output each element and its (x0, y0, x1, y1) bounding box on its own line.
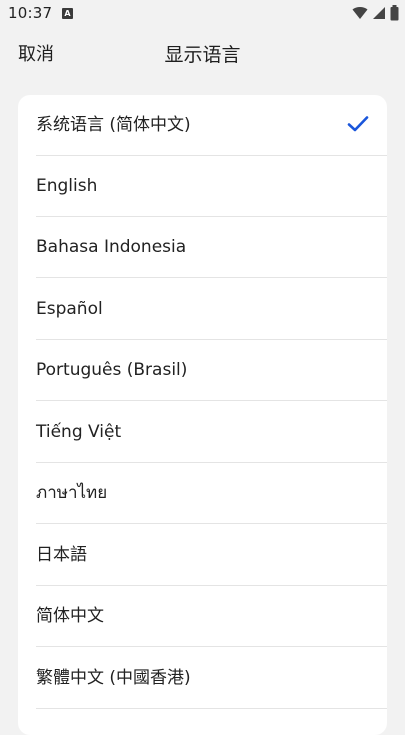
language-item-bahasa-indonesia[interactable]: Bahasa Indonesia (36, 217, 387, 278)
language-list: 系统语言 (简体中文) English Bahasa Indonesia Esp… (18, 95, 387, 735)
cell-signal-icon (373, 7, 385, 19)
language-label: 日本語 (36, 545, 87, 565)
language-item-espanol[interactable]: Español (36, 279, 387, 340)
status-bar: 10:37 A (0, 0, 405, 28)
language-label: English (36, 176, 98, 196)
language-item-tieng-viet[interactable]: Tiếng Việt (36, 402, 387, 463)
checkmark-icon (347, 116, 369, 132)
language-item-portugues[interactable]: Português (Brasil) (36, 340, 387, 401)
language-label: 繁體中文 (中國香港) (36, 668, 191, 688)
language-label: 系统语言 (简体中文) (36, 115, 191, 135)
language-label: Tiếng Việt (36, 422, 122, 442)
wifi-icon (352, 7, 368, 20)
status-icons (352, 5, 399, 21)
page-title: 显示语言 (164, 44, 241, 66)
language-item-simplified-chinese[interactable]: 简体中文 (36, 586, 387, 647)
language-item-thai[interactable]: ภาษาไทย (36, 463, 387, 524)
language-item-traditional-chinese-hk[interactable]: 繁體中文 (中國香港) (36, 648, 387, 709)
language-item-system[interactable]: 系统语言 (简体中文) (36, 95, 387, 156)
language-label: Português (Brasil) (36, 360, 188, 380)
language-label: ภาษาไทย (36, 483, 108, 503)
language-label: 简体中文 (36, 606, 104, 626)
status-time: 10:37 (8, 4, 53, 22)
header: 取消 显示语言 (0, 28, 405, 78)
language-item-japanese[interactable]: 日本語 (36, 525, 387, 586)
language-label: Español (36, 299, 103, 319)
a-letter-icon: A (62, 8, 73, 19)
language-label: Bahasa Indonesia (36, 237, 187, 257)
battery-icon (390, 5, 399, 21)
language-item-english[interactable]: English (36, 156, 387, 217)
